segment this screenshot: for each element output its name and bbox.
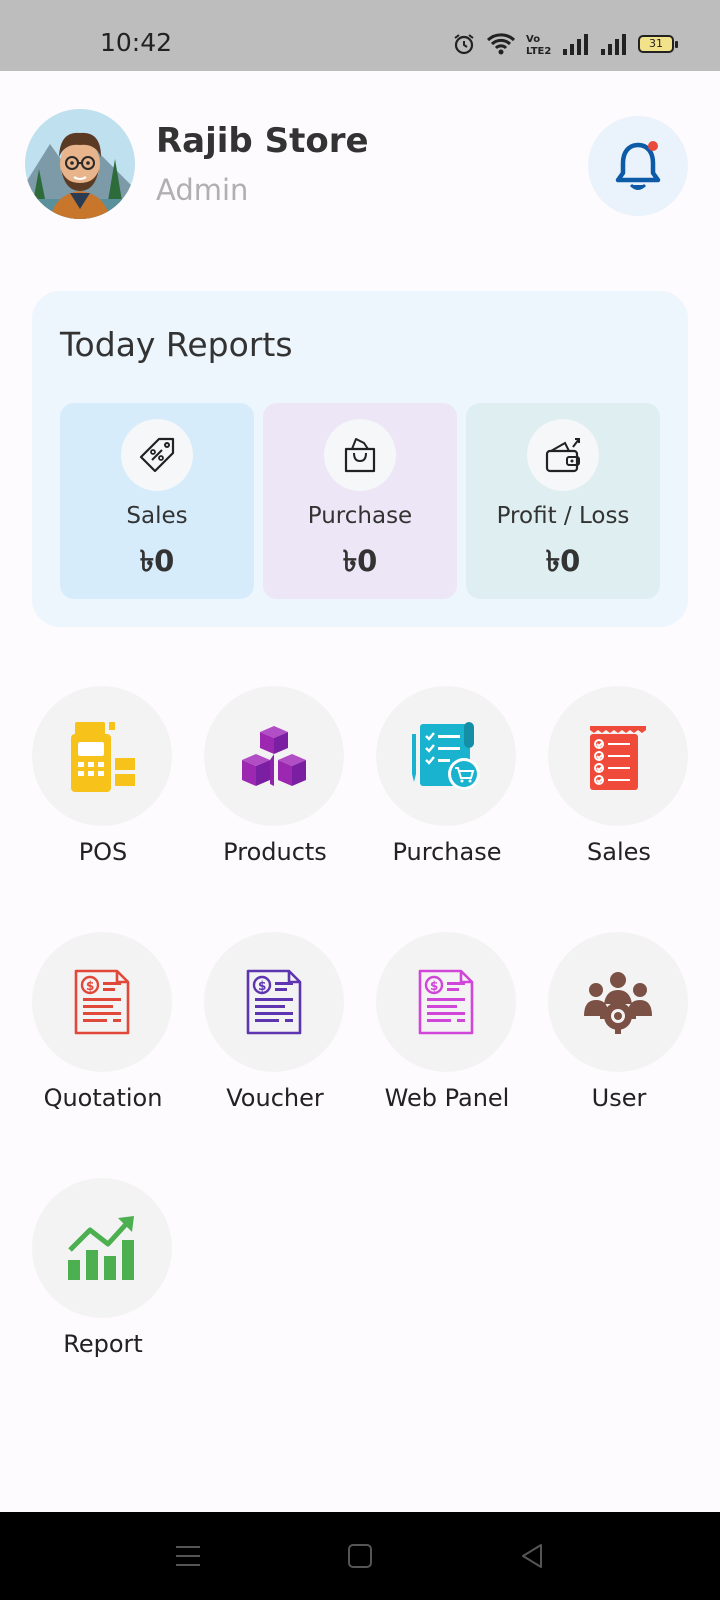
back-button[interactable] [512,1540,552,1572]
wallet-icon [527,419,599,491]
purchase-invoice-icon [412,722,480,790]
boxes-icon [242,726,306,786]
status-icons: Vo LTE2 31 [452,32,678,56]
web-panel-document-icon: $ [418,969,474,1035]
system-nav-bar [0,1512,720,1600]
report-tile-value: ৳0 [545,544,581,578]
signal-icon [563,34,588,55]
status-bar: 10:42 Vo LTE2 31 [0,0,720,71]
menu-label: Report [63,1330,143,1358]
battery-icon: 31 [638,35,678,53]
alarm-icon [454,34,474,55]
report-tile-profit-loss[interactable]: Profit / Loss ৳0 [466,403,660,599]
menu-item-quotation[interactable]: $ Quotation [17,932,189,1132]
report-tile-label: Profit / Loss [496,503,630,529]
square-icon [348,1544,372,1568]
menu-item-user[interactable]: User [533,932,705,1132]
svg-text:$: $ [430,979,438,993]
users-gear-icon [584,972,652,1034]
svg-text:LTE2: LTE2 [526,46,551,56]
menu-icon-circle [548,932,688,1072]
menu-lines-icon [176,1546,200,1566]
today-reports-card: Today Reports Sales ৳0 Purchase ৳0 Profi… [32,291,688,627]
menu-label: Purchase [392,838,502,866]
menu-icon-circle [376,686,516,826]
report-tile-label: Purchase [307,503,413,529]
home-button[interactable] [340,1540,380,1572]
menu-item-pos[interactable]: POS [17,686,189,886]
menu-label: Sales [587,838,651,866]
menu-icon-circle [32,1178,172,1318]
report-tile-value: ৳0 [139,544,175,578]
voucher-document-icon: $ [246,969,302,1035]
report-tile-purchase[interactable]: Purchase ৳0 [263,403,457,599]
back-triangle-icon [522,1544,542,1568]
header: Rajib Store Admin [0,71,720,261]
pos-terminal-icon [71,722,135,792]
menu-item-products[interactable]: Products [189,686,361,886]
status-time: 10:42 [100,28,173,57]
report-tile-label: Sales [126,503,188,529]
avatar[interactable] [25,109,135,219]
menu-item-sales[interactable]: Sales [533,686,705,886]
growth-chart-icon [68,1216,134,1280]
menu-item-report[interactable]: Report [17,1178,189,1378]
receipt-checklist-icon [590,726,646,790]
svg-text:$: $ [258,979,266,993]
menu-icon-circle [204,686,344,826]
menu-icon-circle: $ [376,932,516,1072]
menu-label: Voucher [226,1084,324,1112]
svg-text:Vo: Vo [526,34,540,45]
menu-label: Quotation [43,1084,163,1112]
quotation-document-icon: $ [74,969,130,1035]
bell-icon [615,141,661,190]
menu-icon-circle: $ [32,932,172,1072]
menu-item-purchase[interactable]: Purchase [361,686,533,886]
wifi-icon [486,33,516,55]
menu-icon-circle [32,686,172,826]
signal-icon-2 [601,34,626,55]
report-tile-sales[interactable]: Sales ৳0 [60,403,254,599]
report-tile-value: ৳0 [342,544,378,578]
menu-item-voucher[interactable]: $ Voucher [189,932,361,1132]
volte-icon: VoLTE2 [526,34,551,56]
menu-label: POS [78,838,128,866]
menu-icon-circle: $ [204,932,344,1072]
menu-label: Web Panel [384,1084,510,1112]
store-role: Admin [156,173,249,207]
recent-apps-button[interactable] [168,1540,208,1572]
menu-label: User [591,1084,647,1112]
today-reports-title: Today Reports [60,325,293,364]
shopping-bag-icon [324,419,396,491]
menu-item-web-panel[interactable]: $ Web Panel [361,932,533,1132]
price-tag-icon [121,419,193,491]
notification-dot [648,141,658,151]
menu-icon-circle [548,686,688,826]
notification-button[interactable] [588,116,688,216]
store-name: Rajib Store [156,121,369,161]
menu-label: Products [223,838,327,866]
svg-text:$: $ [86,979,94,993]
